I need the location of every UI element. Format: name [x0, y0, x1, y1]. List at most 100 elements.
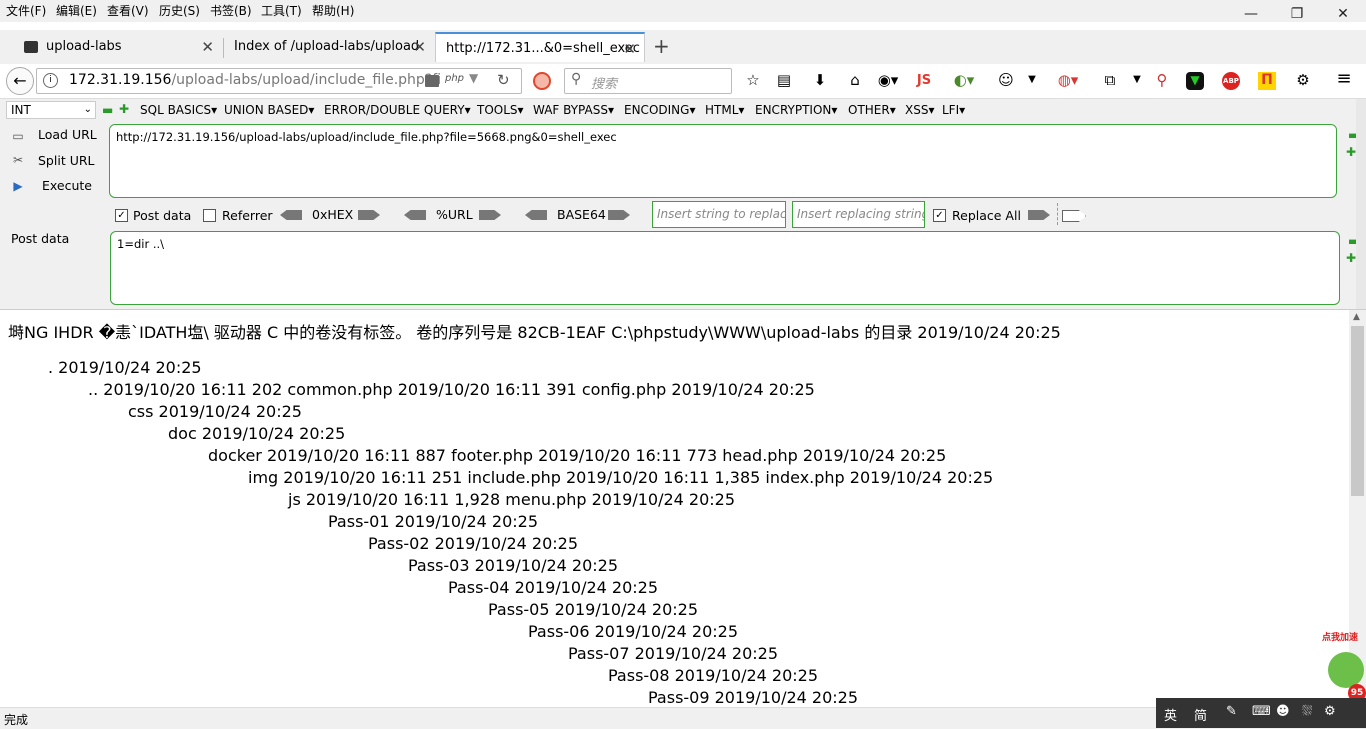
dir-line: Pass-04 2019/10/24 20:25 [448, 578, 659, 597]
menu-tools[interactable]: 工具(T) [261, 2, 302, 19]
close-tab-icon[interactable]: ✕ [413, 32, 426, 62]
menu-help[interactable]: 帮助(H) [312, 2, 354, 19]
load-url-button[interactable]: Load URL [38, 127, 97, 142]
pi-addon-icon[interactable]: П [1258, 72, 1276, 90]
dir-line: Pass-03 2019/10/24 20:25 [408, 556, 619, 575]
referrer-checkbox[interactable] [203, 209, 216, 222]
close-tab-icon[interactable]: ✕ [623, 34, 636, 64]
url-textarea[interactable]: http://172.31.19.156/upload-labs/upload/… [109, 124, 1337, 198]
tab-upload-labs[interactable]: upload-labs ✕ [14, 32, 222, 62]
split-url-button[interactable]: Split URL [38, 153, 95, 168]
reading-list-icon[interactable]: ▤ [775, 72, 793, 88]
speedup-widget[interactable]: 点我加速 95 [1318, 628, 1366, 702]
execute-icon: ▶ [13, 179, 23, 193]
menu-sql-basics[interactable]: SQL BASICS▾ [140, 103, 217, 117]
menu-error-double-query[interactable]: ERROR/DOUBLE QUERY▾ [324, 103, 471, 117]
execute-button[interactable]: Execute [42, 178, 92, 193]
menu-edit[interactable]: 编辑(E) [56, 2, 97, 19]
dropdown-icon[interactable]: ▼ [469, 71, 478, 85]
tab-shell-exec[interactable]: http://172.31...&0=shell_exec ✕ [435, 32, 645, 62]
close-window-button[interactable]: ✕ [1320, 0, 1366, 30]
js-toggle-icon[interactable]: JS [914, 73, 934, 89]
hex-decode-arrow-icon[interactable] [280, 210, 302, 220]
replace-all-arrow-icon[interactable] [1062, 210, 1086, 222]
url-decode-arrow-icon[interactable] [404, 210, 426, 220]
encoding-select[interactable]: INT ⌄ [6, 101, 96, 119]
menu-lfi[interactable]: LFI▾ [942, 103, 965, 117]
php-badge[interactable]: php [445, 73, 464, 84]
scroll-up-icon[interactable]: ▲ [1353, 312, 1360, 322]
hackbar-scrollbar[interactable] [1356, 99, 1366, 309]
dir-line: Pass-05 2019/10/24 20:25 [488, 600, 699, 619]
bookmark-star-icon[interactable]: ☆ [744, 72, 762, 88]
adblock-icon[interactable]: ABP [1222, 72, 1240, 90]
menu-view[interactable]: 查看(V) [107, 2, 149, 19]
post-data-checkbox[interactable]: ✓ [115, 209, 128, 222]
palette-icon[interactable]: ☺ [997, 72, 1015, 88]
menu-encoding[interactable]: ENCODING▾ [624, 103, 695, 117]
scrollbar-thumb[interactable] [1351, 326, 1364, 496]
menu-history[interactable]: 历史(S) [159, 2, 200, 19]
menu-bookmarks[interactable]: 书签(B) [210, 2, 252, 19]
menu-file[interactable]: 文件(F) [6, 2, 46, 19]
minimize-button[interactable]: — [1228, 0, 1274, 30]
search-box[interactable]: ⚲ 搜索 [564, 68, 732, 94]
base64-decode-arrow-icon[interactable] [525, 210, 547, 220]
ime-english-toggle[interactable]: 英 [1164, 705, 1177, 724]
post-data-textarea[interactable]: 1=dir ..\ [110, 231, 1340, 305]
replacing-string-input[interactable]: Insert replacing string [792, 201, 925, 228]
speedup-label: 点我加速 [1322, 633, 1359, 643]
download-icon[interactable]: ⬇ [811, 72, 829, 88]
screenshot-icon[interactable]: ⧉ [1100, 72, 1120, 88]
back-arrow-icon[interactable]: ← [6, 67, 34, 95]
minus-icon[interactable]: ▬ [102, 103, 113, 117]
screenshot-dropdown-icon[interactable]: ▼ [1130, 72, 1144, 88]
addon-globe-icon[interactable]: ◉▾ [876, 72, 900, 88]
hex-label: 0xHEX [312, 207, 354, 222]
replace-string-input[interactable]: Insert string to replace [652, 201, 786, 228]
load-url-icon: ▭ [12, 129, 24, 143]
reload-icon[interactable]: ↻ [497, 71, 510, 89]
url-bar[interactable]: i 172.31.19.156/upload-labs/upload/inclu… [36, 68, 522, 94]
url-plus-icon[interactable]: ✚ [1346, 145, 1356, 159]
menu-xss[interactable]: XSS▾ [905, 103, 934, 117]
restore-button[interactable]: ❐ [1274, 0, 1320, 30]
url-encode-label: %URL [436, 207, 473, 222]
home-icon[interactable]: ⌂ [846, 72, 864, 88]
replace-all-checkbox[interactable]: ✓ [933, 209, 946, 222]
noscript-icon[interactable] [533, 72, 551, 90]
menu-union-based[interactable]: UNION BASED▾ [224, 103, 314, 117]
translate-icon[interactable]: ◐▾ [951, 72, 977, 88]
new-tab-icon[interactable]: + [653, 34, 670, 58]
separator [1057, 203, 1059, 225]
speedup-ball-icon [1328, 652, 1364, 688]
ime-user-icon[interactable]: ☻ [1276, 704, 1290, 719]
settings-gear-icon[interactable]: ⚙ [1294, 72, 1312, 88]
ime-keyboard-icon[interactable]: ⌨ [1252, 704, 1271, 719]
menu-html[interactable]: HTML▾ [705, 103, 744, 117]
ime-settings-icon[interactable]: ⚙ [1324, 704, 1336, 719]
shield-icon[interactable]: ▼ [1186, 72, 1204, 90]
hamburger-menu-icon[interactable]: ≡ [1334, 70, 1354, 88]
replace-arrow-icon[interactable] [1028, 210, 1050, 220]
tab-index-of-upload[interactable]: Index of /upload-labs/upload ✕ [224, 32, 434, 62]
dir-line: doc 2019/10/24 20:25 [168, 424, 346, 443]
hackbar-toggle-icon[interactable]: ◍▾ [1055, 72, 1081, 88]
menu-waf-bypass[interactable]: WAF BYPASS▾ [533, 103, 614, 117]
base64-encode-arrow-icon[interactable] [608, 210, 630, 220]
hex-encode-arrow-icon[interactable] [358, 210, 380, 220]
page-actions-icon[interactable] [425, 75, 439, 87]
menu-tools[interactable]: TOOLS▾ [477, 103, 524, 117]
ime-shirt-icon[interactable]: ⛆ [1302, 704, 1312, 719]
info-icon[interactable]: i [43, 73, 58, 88]
menu-encryption[interactable]: ENCRYPTION▾ [755, 103, 837, 117]
overflow-dropdown-icon[interactable]: ▼ [1025, 72, 1039, 88]
plus-icon[interactable]: ✚ [119, 102, 129, 116]
close-tab-icon[interactable]: ✕ [201, 32, 214, 62]
search-addon-icon[interactable]: ⚲ [1153, 72, 1171, 88]
url-encode-arrow-icon[interactable] [479, 210, 501, 220]
post-plus-icon[interactable]: ✚ [1346, 251, 1356, 265]
ime-brush-icon[interactable]: ✎ [1226, 704, 1237, 719]
ime-simplified-toggle[interactable]: 简 [1194, 705, 1207, 724]
menu-other[interactable]: OTHER▾ [848, 103, 896, 117]
